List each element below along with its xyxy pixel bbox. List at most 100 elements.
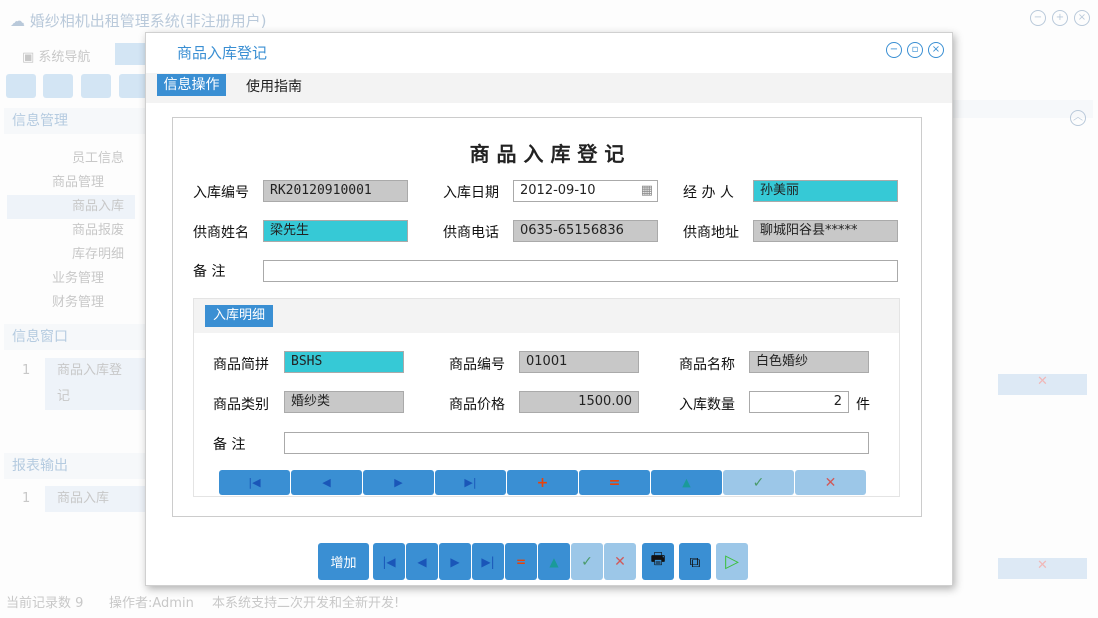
search-tool-button[interactable] xyxy=(6,74,36,98)
prev-record-button[interactable]: ◀ xyxy=(291,470,362,495)
print-preview-button[interactable]: ⧉ xyxy=(679,543,711,580)
tool-button-2[interactable] xyxy=(43,74,73,98)
price-field[interactable]: 1500.00 xyxy=(519,391,639,413)
tab-detail[interactable]: 入库明细 xyxy=(205,305,273,327)
edit-row-button[interactable]: ▲ xyxy=(651,470,722,495)
first-record-button[interactable]: |◀ xyxy=(219,470,290,495)
nav-tree: 员工信息 商品管理 商品入库 商品报废 库存明细 业务管理 财务管理 xyxy=(20,147,135,315)
x-icon: ✕ xyxy=(614,554,626,570)
sidebar-section-report[interactable]: 报表输出 xyxy=(4,453,145,479)
last-icon: ▶| xyxy=(481,555,494,569)
in-no-field[interactable]: RK20120910001 xyxy=(263,180,408,202)
status-records: 当前记录数 9 xyxy=(6,592,83,611)
close-icon[interactable]: × xyxy=(1074,10,1090,26)
app-title-bar: ☁ 婚纱相机出租管理系统(非注册用户) xyxy=(10,10,267,31)
code-label: 商品编号 xyxy=(449,354,505,374)
cancel-row-button[interactable]: ✕ xyxy=(795,470,866,495)
name-field[interactable]: 白色婚纱 xyxy=(749,351,869,373)
detail-remark-field[interactable] xyxy=(284,432,869,454)
delete-row-button[interactable]: = xyxy=(579,470,650,495)
table-row[interactable]: 1 商品入库 xyxy=(4,486,145,514)
minimize-icon[interactable]: − xyxy=(886,42,902,58)
nav-tab-system[interactable]: ▣ 系统导航 xyxy=(22,46,90,65)
minus-icon: = xyxy=(516,555,526,569)
app-title: 婚纱相机出租管理系统(非注册用户) xyxy=(30,12,267,30)
tree-item[interactable]: 库存明细 xyxy=(20,243,135,267)
prev-icon: ◀ xyxy=(322,476,330,489)
date-field[interactable]: 2012-09-10▦ xyxy=(513,180,658,202)
sidebar-section-window[interactable]: 信息窗口 xyxy=(4,324,145,350)
nav-tab-grid[interactable] xyxy=(115,43,147,65)
plus-icon: + xyxy=(537,475,549,491)
check-icon: ✓ xyxy=(753,475,765,491)
print-button[interactable]: 🖶 xyxy=(642,543,674,580)
handler-field[interactable]: 孙美丽 xyxy=(753,180,898,202)
next-button[interactable]: ▶ xyxy=(439,543,471,580)
code-field[interactable]: 01001 xyxy=(519,351,639,373)
qty-field[interactable]: 2 xyxy=(749,391,849,413)
sidebar-section-info[interactable]: 信息管理 xyxy=(4,108,145,134)
qty-label: 入库数量 xyxy=(679,394,735,414)
tree-item[interactable]: 员工信息 xyxy=(20,147,135,171)
supplier-label: 供商姓名 xyxy=(193,222,249,242)
row-num: 1 xyxy=(22,486,30,512)
abbr-label: 商品简拼 xyxy=(213,354,269,374)
calendar-icon[interactable]: ▦ xyxy=(641,181,653,201)
save-button[interactable]: ✓ xyxy=(571,543,603,580)
minimize-icon[interactable]: − xyxy=(1030,10,1046,26)
next-record-button[interactable]: ▶ xyxy=(363,470,434,495)
table-row[interactable]: 1商品入库登记 xyxy=(4,358,145,386)
status-operator: 操作者:Admin xyxy=(109,592,194,611)
last-button[interactable]: ▶| xyxy=(472,543,504,580)
up-triangle-icon: ▲ xyxy=(682,476,690,489)
abbr-field[interactable]: BSHS xyxy=(284,351,404,373)
tree-item[interactable]: 商品管理 xyxy=(20,171,135,195)
next-icon: ▶ xyxy=(394,476,402,489)
prev-icon: ◀ xyxy=(417,555,426,569)
collapse-icon[interactable]: ︿ xyxy=(1070,110,1086,126)
add-row-button[interactable]: + xyxy=(507,470,578,495)
addr-field[interactable]: 聊城阳谷县***** xyxy=(753,220,898,242)
row-name: 商品入库 xyxy=(45,486,145,512)
remark-field[interactable] xyxy=(263,260,898,282)
last-icon: ▶| xyxy=(464,476,476,489)
status-note: 本系统支持二次开发和全新开发! xyxy=(212,592,399,611)
confirm-row-button[interactable]: ✓ xyxy=(723,470,794,495)
edit-button[interactable]: ▲ xyxy=(538,543,570,580)
first-icon: |◀ xyxy=(382,555,395,569)
supplier-field[interactable]: 梁先生 xyxy=(263,220,408,242)
tree-item[interactable]: 业务管理 xyxy=(20,267,135,291)
row-name: 商品入库登记 xyxy=(45,358,145,410)
last-record-button[interactable]: ▶| xyxy=(435,470,506,495)
cancel-button-bg[interactable]: ✕ xyxy=(998,374,1087,395)
minus-icon: = xyxy=(609,475,621,491)
cloud-icon: ☁ xyxy=(10,12,25,30)
play-icon: ▷ xyxy=(725,551,739,572)
add-button[interactable]: 增加 xyxy=(318,543,369,580)
document-tool-button[interactable] xyxy=(81,74,111,98)
maximize-icon[interactable]: + xyxy=(1052,10,1068,26)
close-icon[interactable]: × xyxy=(928,42,944,58)
first-button[interactable]: |◀ xyxy=(373,543,405,580)
prev-button[interactable]: ◀ xyxy=(406,543,438,580)
restore-icon[interactable]: ▫ xyxy=(907,42,923,58)
tree-item[interactable]: 商品报废 xyxy=(20,219,135,243)
handler-label: 经 办 人 xyxy=(683,182,734,202)
first-icon: |◀ xyxy=(248,476,260,489)
unit-label: 件 xyxy=(856,394,870,414)
tab-user-guide[interactable]: 使用指南 xyxy=(246,76,302,96)
check-icon: ✓ xyxy=(581,554,593,570)
cancel-button[interactable]: ✕ xyxy=(604,543,636,580)
cancel-button-bg[interactable]: ✕ xyxy=(998,558,1087,579)
cat-field[interactable]: 婚纱类 xyxy=(284,391,404,413)
up-triangle-icon: ▲ xyxy=(549,555,558,569)
tab-info-operation[interactable]: 信息操作 xyxy=(157,74,226,96)
tree-item[interactable]: 商品入库 xyxy=(7,195,135,219)
phone-field[interactable]: 0635-65156836 xyxy=(513,220,658,242)
run-button[interactable]: ▷ xyxy=(716,543,748,580)
date-label: 入库日期 xyxy=(443,182,499,202)
delete-button[interactable]: = xyxy=(505,543,537,580)
addr-label: 供商地址 xyxy=(683,222,739,242)
dialog-title: 商品入库登记 xyxy=(177,42,267,63)
tree-item[interactable]: 财务管理 xyxy=(20,291,135,315)
